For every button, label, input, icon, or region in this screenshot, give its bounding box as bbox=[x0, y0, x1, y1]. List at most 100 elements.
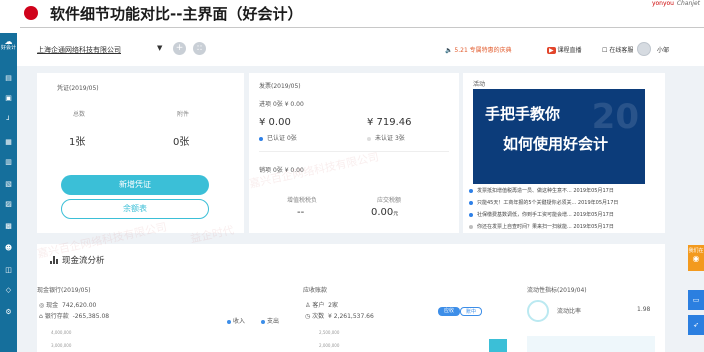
right-float-badge[interactable]: 我们在 ◉ bbox=[688, 245, 704, 271]
legend-out-label: 支出 bbox=[267, 318, 280, 325]
right-float-book[interactable]: ▭ bbox=[688, 290, 704, 310]
sidebar-item-report[interactable]: ▦ bbox=[2, 137, 15, 148]
salary-icon: ▩ bbox=[5, 222, 12, 230]
sidebar-item-customer[interactable]: ◇ bbox=[2, 285, 15, 296]
voucher-icon: ▣ bbox=[5, 94, 12, 102]
bullet-icon bbox=[469, 188, 473, 193]
sidebar-item-invoice[interactable]: ▥ bbox=[2, 157, 15, 168]
balance-sheet-button[interactable]: 余额表 bbox=[61, 199, 209, 219]
bank-value: -265,385.08 bbox=[72, 313, 110, 320]
cash-row: ◎ 现金 742,620.00 bbox=[39, 300, 96, 309]
sidebar-item-stock[interactable]: ◫ bbox=[2, 265, 15, 276]
list-item[interactable]: 社保缴费基数调低，你到手工资可能会增... 2019年05月17日 bbox=[469, 211, 614, 218]
ar-count-row: ◷ 次数 ¥ 2,261,537.66 bbox=[305, 311, 374, 320]
tax-payable-value: 0.00元 bbox=[371, 207, 398, 218]
title-bullet-icon bbox=[24, 6, 38, 20]
new-voucher-button[interactable]: 新增凭证 bbox=[61, 175, 209, 195]
list-item[interactable]: 发票抵扣增值税再造一员、做这种生意不... 2019年05月17日 bbox=[469, 187, 614, 194]
speaker-icon: 🔈 bbox=[445, 47, 453, 54]
legend-dot bbox=[227, 319, 231, 324]
axis-tick: 4,000,000 bbox=[51, 330, 72, 335]
right-float-rocket[interactable]: ➶ bbox=[688, 315, 704, 335]
sidebar-item-home[interactable]: ▤ bbox=[2, 73, 15, 84]
promo-banner[interactable]: 20 手把手教你 如何使用好会计 bbox=[473, 89, 645, 184]
bank-row: ⌂ 银行存款 -265,385.08 bbox=[39, 311, 109, 320]
user-icon: ♙ bbox=[305, 302, 311, 309]
ar-customer-row: ♙ 客户 2家 bbox=[305, 300, 338, 309]
gear-icon: ⚙ bbox=[5, 308, 12, 316]
sidebar-item-settings[interactable]: ⚙ bbox=[2, 307, 15, 318]
sidebar-item-salary[interactable]: ▩ bbox=[2, 221, 15, 232]
invoice-certified-count: 0张 bbox=[286, 135, 297, 142]
divider bbox=[259, 151, 449, 152]
app-sidebar: ☁ 好会计 ▤ ▣ ┘ ▦ ▥ ▧ ▨ ▩ ☻ ◫ ◇ ⚙ bbox=[0, 33, 17, 352]
apps-grid-button[interactable]: :: bbox=[193, 42, 206, 55]
brand-chanjet-logo: Chanjet bbox=[676, 0, 700, 7]
promo-line1: 手把手教你 bbox=[485, 105, 561, 123]
tab-receivable[interactable]: 应收 bbox=[438, 307, 460, 316]
people-icon: ☻ bbox=[4, 244, 13, 252]
invoice-out-label: 销项 bbox=[259, 167, 272, 174]
legend-out: 支出 bbox=[261, 316, 279, 325]
bank-title: 现金银行(2019/05) bbox=[37, 287, 91, 294]
live-icon: ▶ bbox=[547, 47, 556, 54]
invoice-out-amount: ¥ 0.00 bbox=[284, 167, 304, 174]
rocket-icon: ➶ bbox=[693, 321, 699, 329]
service-text: 在线客服 bbox=[609, 47, 634, 54]
chevron-down-icon[interactable]: ▼ bbox=[157, 44, 162, 52]
sidebar-item-cash[interactable]: ☻ bbox=[2, 243, 15, 254]
legend-in-label: 收入 bbox=[233, 318, 246, 325]
chart-icon: ┘ bbox=[6, 116, 11, 124]
cashflow-card: 现金银行(2019/05) ◎ 现金 742,620.00 ⌂ 银行存款 -26… bbox=[37, 244, 665, 352]
sidebar-item-ledger[interactable]: ┘ bbox=[2, 115, 15, 126]
asset-icon: ▨ bbox=[5, 200, 12, 208]
news-date: 2019年05月17日 bbox=[573, 188, 614, 194]
voucher-attach-value: 0张 bbox=[173, 137, 190, 148]
activity-card: 活动 20 手把手教你 如何使用好会计 发票抵扣增值税再造一员、做这种生意不..… bbox=[463, 73, 665, 233]
service-icon: ☐ bbox=[602, 47, 608, 54]
cashflow-title: 现金流分析 bbox=[62, 256, 105, 266]
tab-aging[interactable]: 账中 bbox=[460, 307, 482, 316]
home-icon: ▤ bbox=[5, 74, 12, 82]
clock-icon: ◷ bbox=[305, 313, 311, 320]
cash-label: 现金 bbox=[46, 302, 59, 309]
news-text: 社保缴费基数调低，你到手工资可能会增... bbox=[477, 212, 572, 218]
list-item[interactable]: 只能45天！工商年报的5个关键疑你必须关... 2019年05月17日 bbox=[469, 199, 618, 206]
invoice-uncertified-label: 未认证 bbox=[375, 135, 394, 142]
legend-in: 收入 bbox=[227, 316, 245, 325]
slide-title: 软件细节功能对比--主界面（好会计） bbox=[50, 5, 303, 23]
tax-icon: ▧ bbox=[5, 180, 12, 188]
news-date: 2019年05月17日 bbox=[573, 212, 614, 218]
brand-yonyou-logo: yonyou bbox=[651, 0, 674, 7]
status-dot bbox=[367, 136, 371, 141]
voucher-title: 凭证(2019/05) bbox=[57, 85, 99, 92]
bank-label: 银行存款 bbox=[44, 313, 69, 320]
news-date: 2019年05月17日 bbox=[573, 224, 614, 230]
service-link[interactable]: ☐ 在线客服 bbox=[602, 45, 633, 54]
shield-icon: ◇ bbox=[5, 286, 12, 294]
news-text: 只能45天！工商年报的5个关键疑你必须关... bbox=[477, 200, 577, 206]
news-date: 2019年05月17日 bbox=[577, 200, 619, 206]
course-link[interactable]: ▶ 课程直播 bbox=[547, 45, 582, 54]
promo-bg-number: 20 bbox=[591, 97, 639, 137]
sidebar-item-asset[interactable]: ▨ bbox=[2, 199, 15, 210]
invoice-uncertified-value: ¥ 719.46 bbox=[367, 117, 412, 128]
course-text: 课程直播 bbox=[557, 47, 582, 54]
tax-payable-label: 应交税额 bbox=[377, 197, 402, 204]
user-name[interactable]: 小邹 bbox=[657, 45, 669, 54]
top-bar: 上海企通网络科技有限公司 ▼ + :: 🔈 5.21 专属特惠的庆典 ▶ 课程直… bbox=[17, 33, 704, 66]
legend-dot bbox=[261, 319, 265, 324]
stock-icon: ◫ bbox=[5, 266, 12, 274]
company-selector[interactable]: 上海企通网络科技有限公司 bbox=[37, 45, 121, 55]
sidebar-item-tax[interactable]: ▧ bbox=[2, 179, 15, 190]
avatar[interactable] bbox=[637, 42, 651, 56]
app-logo[interactable]: ☁ 好会计 bbox=[1, 38, 16, 58]
notice-link[interactable]: 🔈 5.21 专属特惠的庆典 bbox=[445, 45, 512, 54]
sidebar-item-voucher[interactable]: ▣ bbox=[2, 93, 15, 104]
ar-customer-label: 客户 bbox=[312, 302, 325, 309]
add-company-button[interactable]: + bbox=[173, 42, 186, 55]
invoice-in-amount: ¥ 0.00 bbox=[284, 101, 304, 108]
list-item[interactable]: 你还在发票上自查时间？果来扫一扫就能... 2019年05月17日 bbox=[469, 223, 614, 230]
tax-payable-unit: 元 bbox=[393, 211, 399, 217]
app-main: 上海企通网络科技有限公司 ▼ + :: 🔈 5.21 专属特惠的庆典 ▶ 课程直… bbox=[17, 33, 704, 352]
